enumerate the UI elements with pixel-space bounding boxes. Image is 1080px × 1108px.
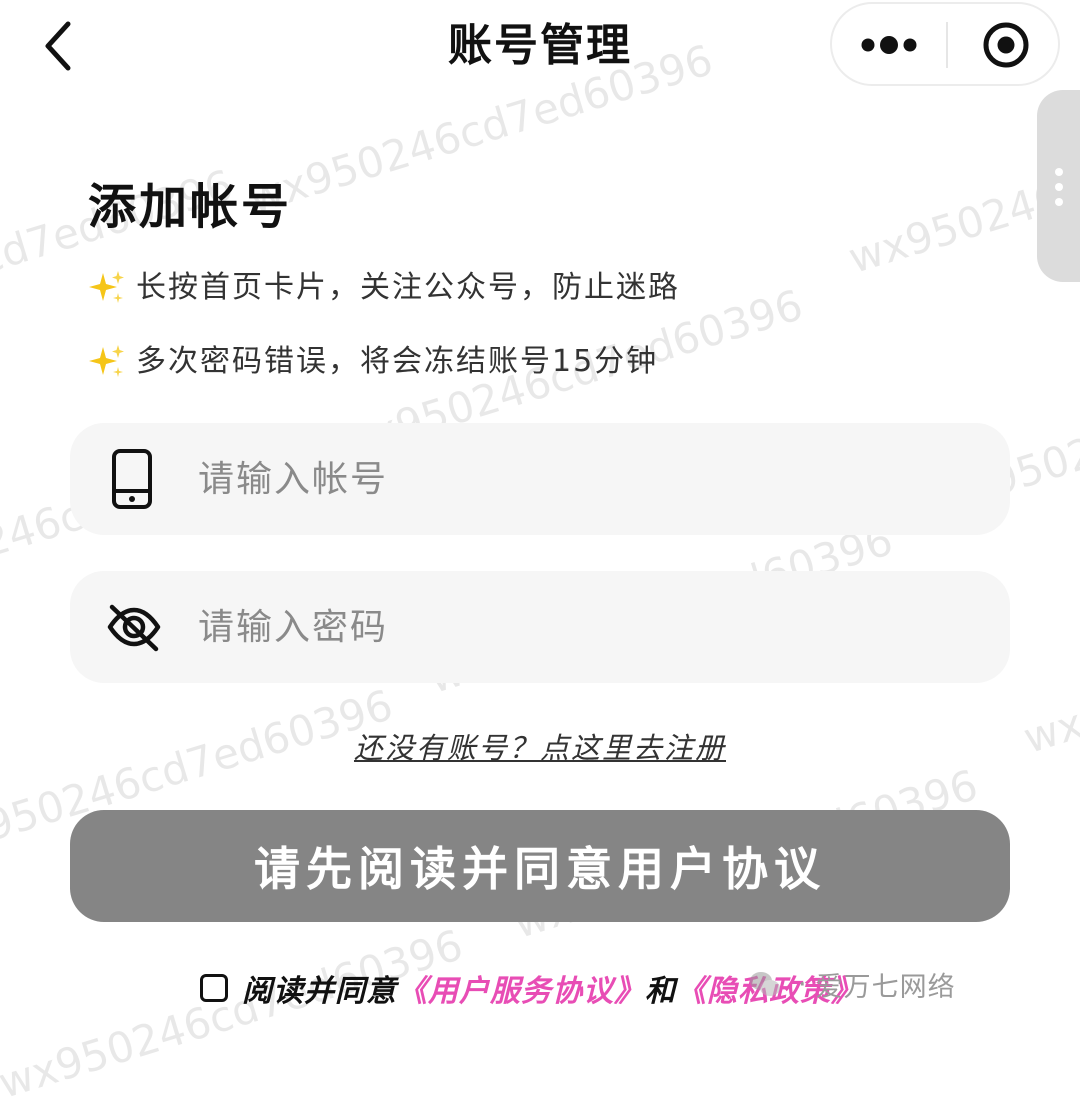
sparkles-icon — [89, 271, 124, 303]
agreement-prefix: 阅读并同意 — [242, 974, 397, 1009]
mini-program-capsule — [830, 2, 1060, 86]
tip-item: 长按首页卡片，关注公众号，防止迷路 — [88, 268, 680, 308]
handle-dot — [1055, 198, 1063, 206]
user-agreement-link[interactable]: 《用户服务协议》 — [397, 966, 645, 1010]
handle-dot — [1055, 168, 1063, 176]
target-close-icon — [983, 22, 1029, 68]
more-dots-icon — [861, 36, 917, 54]
agreement-conjunction: 和 — [645, 974, 676, 1009]
password-input[interactable] — [198, 571, 978, 683]
side-drawer-handle[interactable] — [1037, 90, 1080, 282]
watermark-text: wx950246cd7ed60396 — [0, 920, 469, 1108]
more-button[interactable] — [832, 4, 947, 84]
account-field — [70, 423, 1010, 535]
register-link[interactable]: 还没有账号？点这里去注册 — [0, 728, 1080, 768]
tip-text: 多次密码错误，将会冻结账号15分钟 — [136, 344, 659, 379]
source-label: 爱万七网络 — [815, 971, 956, 1003]
wechat-logo-icon — [750, 972, 780, 996]
source-tag: · 爱万七网络 — [748, 962, 956, 1006]
phone-icon — [112, 449, 152, 509]
navigation-bar: 账号管理 — [0, 0, 1080, 92]
account-input[interactable] — [198, 423, 978, 535]
separator-dot: · — [798, 968, 808, 1000]
section-heading: 添加帐号 — [88, 179, 293, 235]
eye-off-icon[interactable] — [102, 595, 166, 659]
tip-item: 多次密码错误，将会冻结账号15分钟 — [88, 342, 658, 382]
submit-button[interactable]: 请先阅读并同意用户协议 — [70, 810, 1010, 922]
password-field — [70, 571, 1010, 683]
agreement-checkbox[interactable] — [200, 974, 228, 1002]
handle-dot — [1055, 183, 1063, 191]
sparkles-icon — [89, 345, 124, 377]
tip-text: 长按首页卡片，关注公众号，防止迷路 — [136, 270, 680, 305]
close-button[interactable] — [948, 4, 1060, 84]
